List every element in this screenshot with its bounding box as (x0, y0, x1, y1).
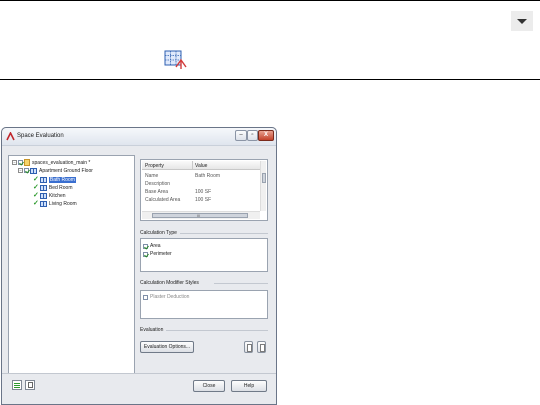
tree-item-living-room[interactable]: ✓ Living Room (33, 200, 77, 207)
space-icon (39, 176, 47, 183)
property-grid[interactable]: Property Value Name Bath Room Descriptio… (140, 159, 268, 221)
property-value[interactable]: Bath Room (195, 173, 220, 179)
export-document-icon[interactable] (257, 341, 266, 353)
checkmark-icon: ✓ (33, 184, 39, 191)
checkbox-icon[interactable] (143, 294, 148, 300)
calculation-type-label: Calculation Type (140, 230, 177, 236)
property-row-clip: Calculated Area 100 SF (142, 196, 260, 204)
column-header-value: Value (195, 163, 208, 169)
space-tree[interactable]: − spaces_evaluation_main * − Apartment G… (8, 155, 135, 374)
close-button[interactable]: Close (193, 380, 225, 392)
space-icon (39, 192, 47, 199)
space-icon (39, 200, 47, 207)
property-name: Calculated Area (145, 197, 181, 203)
tree-item-bath-room[interactable]: ✓ Bath Room (33, 176, 76, 183)
ribbon-dropdown-button[interactable] (511, 11, 533, 31)
vertical-scrollbar[interactable] (260, 161, 266, 211)
scrollbar-thumb[interactable] (262, 173, 266, 183)
divider (180, 233, 268, 234)
divider (214, 283, 268, 284)
option-perimeter[interactable]: Perimeter (143, 251, 172, 257)
space-evaluation-tool-icon[interactable] (164, 50, 188, 70)
checkmark-icon: ✓ (33, 200, 39, 207)
refresh-evaluation-icon[interactable] (12, 380, 22, 390)
scrollbar-thumb[interactable]: III (152, 213, 248, 218)
close-window-button[interactable]: X (258, 130, 274, 141)
tree-root-label: spaces_evaluation_main * (32, 159, 91, 166)
checkmark-icon: ✓ (33, 192, 39, 199)
property-value[interactable]: 100 SF (195, 197, 211, 203)
floor-icon (30, 167, 37, 174)
collapse-icon[interactable]: − (12, 160, 17, 165)
help-button[interactable]: Help (231, 380, 267, 392)
tree-item-label: Living Room (48, 200, 77, 207)
horizontal-scrollbar[interactable]: III (142, 211, 260, 219)
tree-item-label: Bed Room (48, 184, 73, 191)
property-grid-header: Property Value (142, 161, 260, 170)
tree-root[interactable]: − spaces_evaluation_main * (12, 159, 90, 166)
space-icon (39, 184, 47, 191)
tree-floor[interactable]: − Apartment Ground Floor (18, 167, 93, 174)
checkbox-icon[interactable] (24, 168, 29, 173)
property-name: Base Area (145, 189, 169, 195)
scroll-grip: III (197, 213, 201, 218)
triangle-down-icon (517, 19, 527, 24)
screen: Space Evaluation – ▫ X − spaces_evaluati… (0, 0, 540, 405)
checkbox-icon[interactable] (143, 251, 148, 257)
dialog-title: Space Evaluation (17, 133, 64, 139)
option-label: Area (150, 243, 161, 249)
drawing-file-icon (24, 159, 30, 166)
evaluation-options-button[interactable]: Evaluation Options... (140, 341, 194, 353)
option-plaster-deduction[interactable]: Plaster Deduction (143, 294, 189, 300)
space-evaluation-dialog: Space Evaluation – ▫ X − spaces_evaluati… (1, 127, 277, 405)
minimize-button[interactable]: – (235, 130, 247, 141)
modifier-styles-list[interactable]: Plaster Deduction (140, 290, 268, 319)
grid-glyph (14, 382, 20, 388)
print-icon[interactable] (25, 380, 35, 390)
property-value[interactable]: 100 SF (195, 189, 211, 195)
tree-item-bed-room[interactable]: ✓ Bed Room (33, 184, 73, 191)
collapse-icon[interactable]: − (18, 168, 23, 173)
property-name: Description (145, 181, 171, 187)
divider (166, 330, 268, 331)
option-label: Plaster Deduction (150, 294, 190, 300)
ribbon-bottom-border (0, 79, 540, 80)
modifier-styles-label: Calculation Modifier Styles (140, 280, 199, 286)
checkbox-icon[interactable] (18, 160, 23, 165)
tree-item-kitchen[interactable]: ✓ Kitchen (33, 192, 66, 199)
checkbox-icon[interactable] (143, 243, 148, 249)
new-document-icon[interactable] (244, 341, 253, 353)
checkmark-icon: ✓ (33, 176, 39, 183)
page-glyph (28, 382, 33, 388)
property-name: Name (145, 173, 159, 179)
column-header-property: Property (145, 163, 164, 169)
dialog-titlebar[interactable]: Space Evaluation – ▫ X (2, 128, 276, 146)
ribbon-top-border (0, 0, 540, 1)
option-area[interactable]: Area (143, 243, 161, 249)
calculation-type-list[interactable]: Area Perimeter (140, 238, 268, 272)
tree-floor-label: Apartment Ground Floor (39, 167, 93, 174)
tree-item-label: Bath Room (48, 176, 76, 183)
option-label: Perimeter (150, 251, 172, 257)
tree-item-label: Kitchen (48, 192, 66, 199)
footer-divider (2, 373, 276, 374)
autocad-app-icon (6, 132, 15, 141)
column-divider (192, 161, 193, 170)
evaluation-label: Evaluation (140, 327, 164, 333)
maximize-button[interactable]: ▫ (247, 130, 258, 141)
